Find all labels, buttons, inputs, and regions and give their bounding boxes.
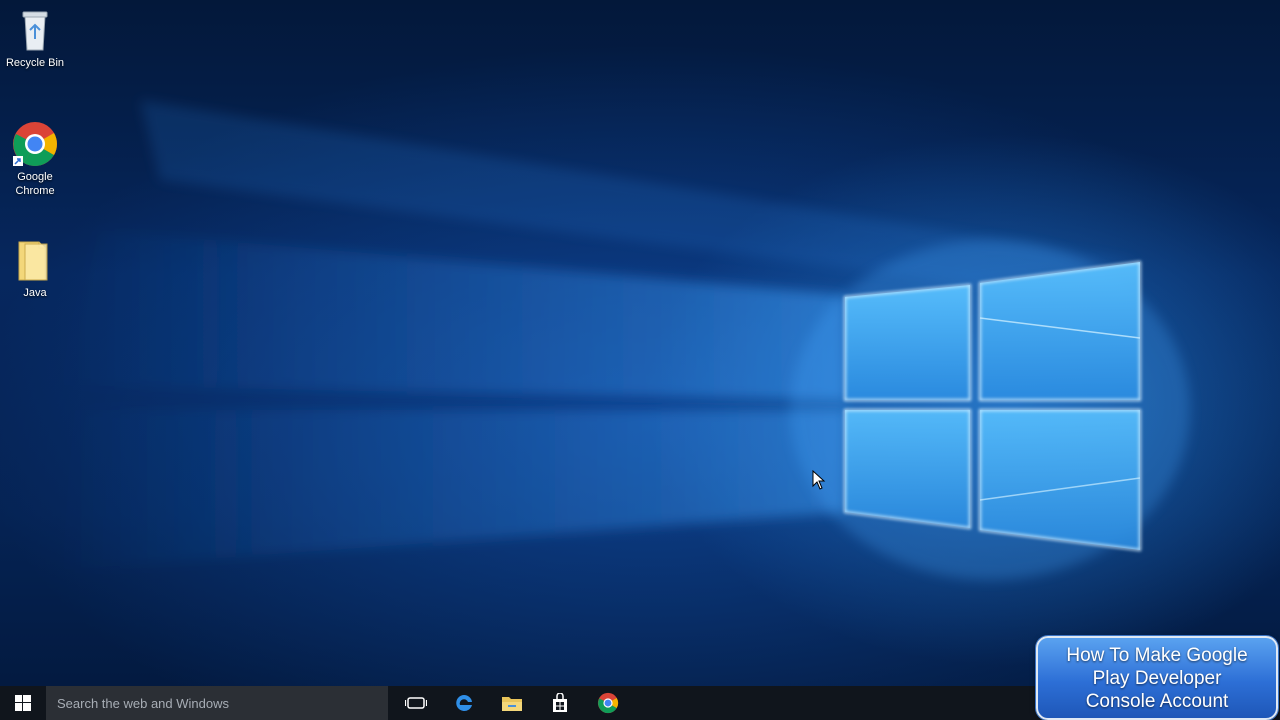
folder-icon: [18, 241, 48, 281]
chrome-icon: [597, 692, 619, 714]
video-title-line: Play Developer: [1092, 667, 1222, 689]
video-title-line: Console Account: [1085, 690, 1229, 712]
desktop-icon-recycle-bin[interactable]: Recycle Bin: [1, 6, 69, 70]
windows-wallpaper: [60, 100, 1190, 580]
search-placeholder: Search the web and Windows: [57, 695, 229, 711]
windows-logo-icon: [15, 695, 31, 711]
file-explorer-icon: [502, 697, 522, 711]
mouse-cursor-icon: [812, 470, 826, 490]
task-view-icon: [405, 697, 427, 709]
task-view-button[interactable]: [392, 686, 440, 720]
desktop: Recycle Bin Google Chrome Java: [0, 0, 1280, 686]
store-icon: [553, 693, 567, 712]
desktop-icon-label: Recycle Bin: [5, 57, 65, 69]
search-input[interactable]: Search the web and Windows: [46, 686, 388, 720]
store-button[interactable]: [536, 686, 584, 720]
desktop-icon-label: Chrome: [15, 185, 55, 197]
file-explorer-button[interactable]: [488, 686, 536, 720]
desktop-icon-label: Java: [23, 287, 47, 299]
chrome-icon: [13, 122, 57, 166]
edge-icon: [456, 694, 472, 711]
desktop-icon-google-chrome[interactable]: Google Chrome: [1, 120, 69, 198]
video-title-badge: How To Make Google Play Developer Consol…: [1036, 636, 1278, 720]
desktop-icon-label: Google: [17, 171, 53, 183]
start-button[interactable]: [0, 686, 46, 720]
video-title-line: How To Make Google: [1066, 644, 1248, 666]
edge-button[interactable]: [440, 686, 488, 720]
desktop-icon-java[interactable]: Java: [1, 236, 69, 300]
chrome-taskbar-button[interactable]: [584, 686, 632, 720]
recycle-bin-icon: [22, 11, 48, 51]
